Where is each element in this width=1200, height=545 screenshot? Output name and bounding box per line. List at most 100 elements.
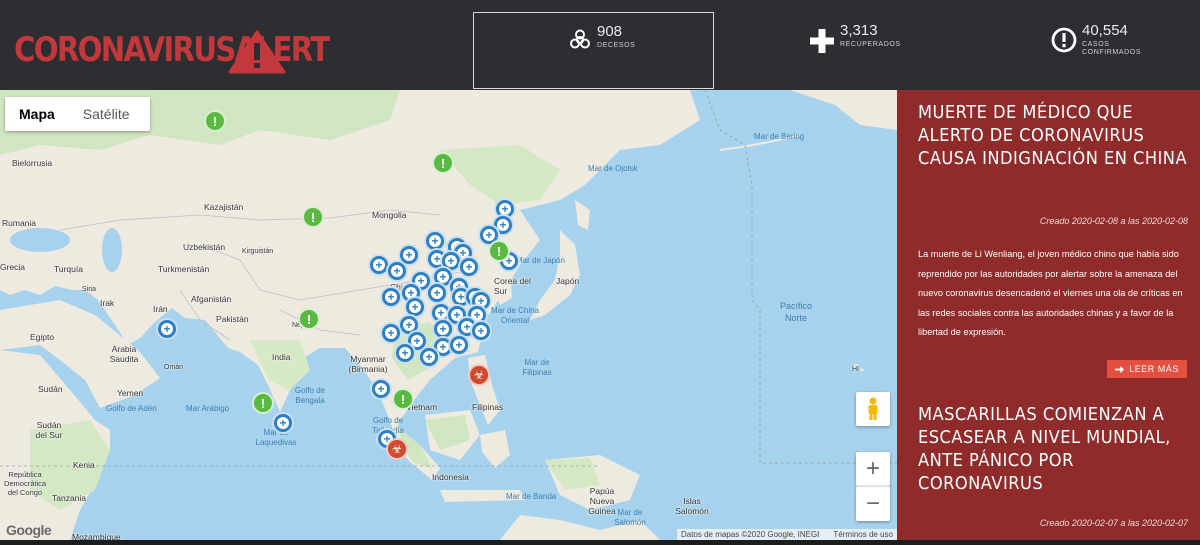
label-tanzania: Tanzania — [52, 493, 87, 503]
recovered-marker[interactable] — [380, 322, 402, 344]
sea-japon: Mar de Japón — [516, 256, 565, 265]
label-myanmar: Myanmar (Birmania) — [348, 354, 388, 374]
recovered-marker[interactable] — [394, 342, 416, 364]
recovered-label: RECUPERADOS — [840, 41, 901, 48]
label-bielorrusia: Bielorrusia — [12, 158, 53, 168]
recovered-marker[interactable] — [418, 346, 440, 368]
alert-marker[interactable] — [204, 110, 226, 132]
recovered-marker[interactable] — [470, 320, 492, 342]
label-grecia: Grecia — [0, 262, 26, 272]
recovered-marker[interactable] — [272, 412, 294, 434]
article-title[interactable]: MASCARILLAS COMIENZAN A ESCASEAR A NIVEL… — [918, 404, 1188, 496]
warning-triangle-icon — [228, 30, 286, 74]
confirmed-count: 40,554 — [1082, 22, 1128, 39]
label-kenia: Kenia — [73, 460, 95, 470]
zoom-in-button[interactable]: + — [856, 452, 890, 486]
sea-banda: Mar de Banda — [506, 492, 557, 501]
recovered-count: 3,313 — [840, 22, 878, 39]
label-yemen: Yemen — [117, 388, 144, 398]
exclamation-circle-icon — [1051, 27, 1077, 53]
label-oman: Omán — [164, 364, 184, 371]
terms-link[interactable]: Términos de uso — [833, 530, 893, 539]
label-japon: Japón — [556, 276, 580, 286]
alert-marker[interactable] — [432, 152, 454, 174]
article-body: La muerte de Li Wenliang, el joven médic… — [918, 249, 1183, 337]
label-arabia: Arabia Saudita — [109, 344, 139, 364]
label-uzbekistan: Uzbekistán — [183, 242, 226, 252]
zoom-out-button[interactable]: − — [856, 486, 890, 521]
recovered-marker[interactable] — [458, 256, 480, 278]
sea-pacifico-norte: Pacífico Norte — [779, 301, 812, 323]
recovered-marker[interactable] — [448, 334, 470, 356]
label-turquia: Turquía — [54, 264, 83, 274]
label-rumania: Rumania — [2, 218, 37, 228]
news-panel: MUERTE DE MÉDICO QUE ALERTO DE CORONAVIR… — [897, 90, 1200, 540]
sea-salomon: Mar de Salomón — [614, 508, 646, 527]
map-attribution: Datos de mapas ©2020 Google, INEGI Térmi… — [676, 529, 897, 540]
label-india: India — [272, 352, 291, 362]
article-date: Creado 2020-02-07 a las 2020-02-07 — [1039, 518, 1188, 528]
deaths-label: DECESOS — [597, 42, 636, 49]
label-indonesia: Indonesia — [432, 472, 469, 482]
recovered-marker[interactable] — [380, 286, 402, 308]
label-hi: HI — [852, 366, 859, 373]
label-pakistan: Pakistán — [216, 314, 249, 324]
label-egipto: Egipto — [30, 332, 55, 342]
read-more-button[interactable]: LEER MÁS — [1107, 360, 1187, 378]
alert-marker[interactable] — [488, 240, 510, 262]
label-sudan: Sudán — [38, 384, 63, 394]
confirmed-stat: 40,554 CASOS CONFIRMADOS — [1048, 0, 1188, 90]
sea-golfo-aden: Golfo de Adén — [106, 404, 157, 413]
sea-bering: Mar de Bering — [754, 132, 805, 141]
label-turkmenistan: Turkmenistán — [158, 264, 210, 274]
label-kazajistan: Kazajistán — [204, 202, 244, 212]
sea-arabigo: Mar Arábigo — [186, 404, 230, 413]
label-corea: Corea del Sur — [494, 276, 531, 296]
label-sudan-sur: Sudán del Sur — [35, 420, 63, 440]
label-mongolia: Mongolia — [372, 210, 407, 220]
article-title[interactable]: MUERTE DE MÉDICO QUE ALERTO DE CORONAVIR… — [918, 102, 1188, 171]
page-bottom-edge — [0, 540, 1200, 545]
map-type-satellite-button[interactable]: Satélite — [68, 97, 144, 131]
alert-marker[interactable] — [252, 392, 274, 414]
death-marker[interactable] — [386, 438, 408, 460]
recovered-marker[interactable] — [156, 318, 178, 340]
label-irak: Irak — [100, 298, 115, 308]
recovered-stat: 3,313 RECUPERADOS — [800, 0, 920, 90]
label-kirguistan: Kirguistán — [242, 248, 274, 255]
map-data-credit: Datos de mapas ©2020 Google, INEGI — [680, 530, 820, 539]
label-islas-salomon: Islas Salomón — [675, 496, 709, 516]
pegman-icon — [868, 397, 878, 420]
arrow-right-icon — [1115, 365, 1125, 373]
map-type-map-button[interactable]: Mapa — [5, 97, 69, 131]
alert-marker[interactable] — [392, 388, 414, 410]
google-logo[interactable]: Google — [6, 522, 52, 538]
alert-marker[interactable] — [302, 206, 324, 228]
read-more-label: LEER MÁS — [1129, 364, 1179, 374]
sea-ojotsk: Mar de Ojotsk — [588, 164, 638, 173]
alert-marker[interactable] — [298, 308, 320, 330]
deaths-count: 908 — [597, 23, 623, 40]
recovered-marker[interactable] — [386, 260, 408, 282]
sea-filipinas: Mar de Filipinas — [522, 358, 552, 377]
sea-golfo-bengala: Golfo de Bengala — [294, 386, 326, 405]
biohazard-icon — [570, 29, 590, 49]
recovered-marker[interactable] — [426, 282, 448, 304]
label-rdc: República Democrática del Congo — [3, 470, 47, 497]
death-marker[interactable] — [468, 364, 490, 386]
article-date: Creado 2020-02-08 a las 2020-02-08 — [1039, 216, 1188, 226]
street-view-pegman-button[interactable] — [856, 392, 890, 426]
brand-logo[interactable]: CORONAVIRUSALERT — [14, 28, 380, 74]
map-type-control: Mapa Satélite — [5, 97, 150, 131]
top-header: CORONAVIRUSALERT 908 DECESOS 3,313 RECUP… — [0, 0, 1200, 90]
confirmed-label-line2: CONFIRMADOS — [1082, 49, 1142, 56]
world-map[interactable]: Bielorrusia Kazajistán Mongolia Rumania … — [0, 90, 897, 540]
plus-icon — [810, 29, 834, 53]
label-siria: Siria — [82, 286, 97, 293]
sea-china-oriental: Mar de China Oriental — [490, 306, 540, 325]
label-afganistan: Afganistán — [191, 294, 232, 304]
recovered-marker[interactable] — [370, 378, 392, 400]
label-mozambique: Mozambique — [72, 532, 121, 540]
label-iran: Irán — [153, 304, 168, 314]
deaths-stat-box: 908 DECESOS — [473, 12, 714, 89]
